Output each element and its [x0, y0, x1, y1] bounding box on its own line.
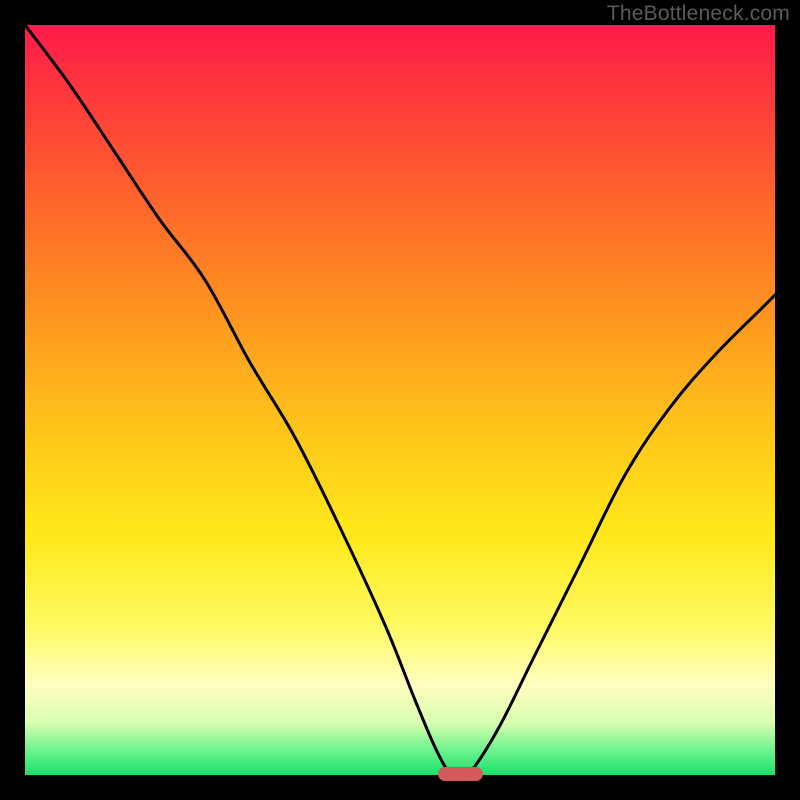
plot-area — [25, 25, 775, 775]
chart-frame: TheBottleneck.com — [0, 0, 800, 800]
optimal-range-marker — [438, 767, 483, 781]
watermark-text: TheBottleneck.com — [607, 2, 790, 26]
bottleneck-curve — [25, 25, 775, 775]
